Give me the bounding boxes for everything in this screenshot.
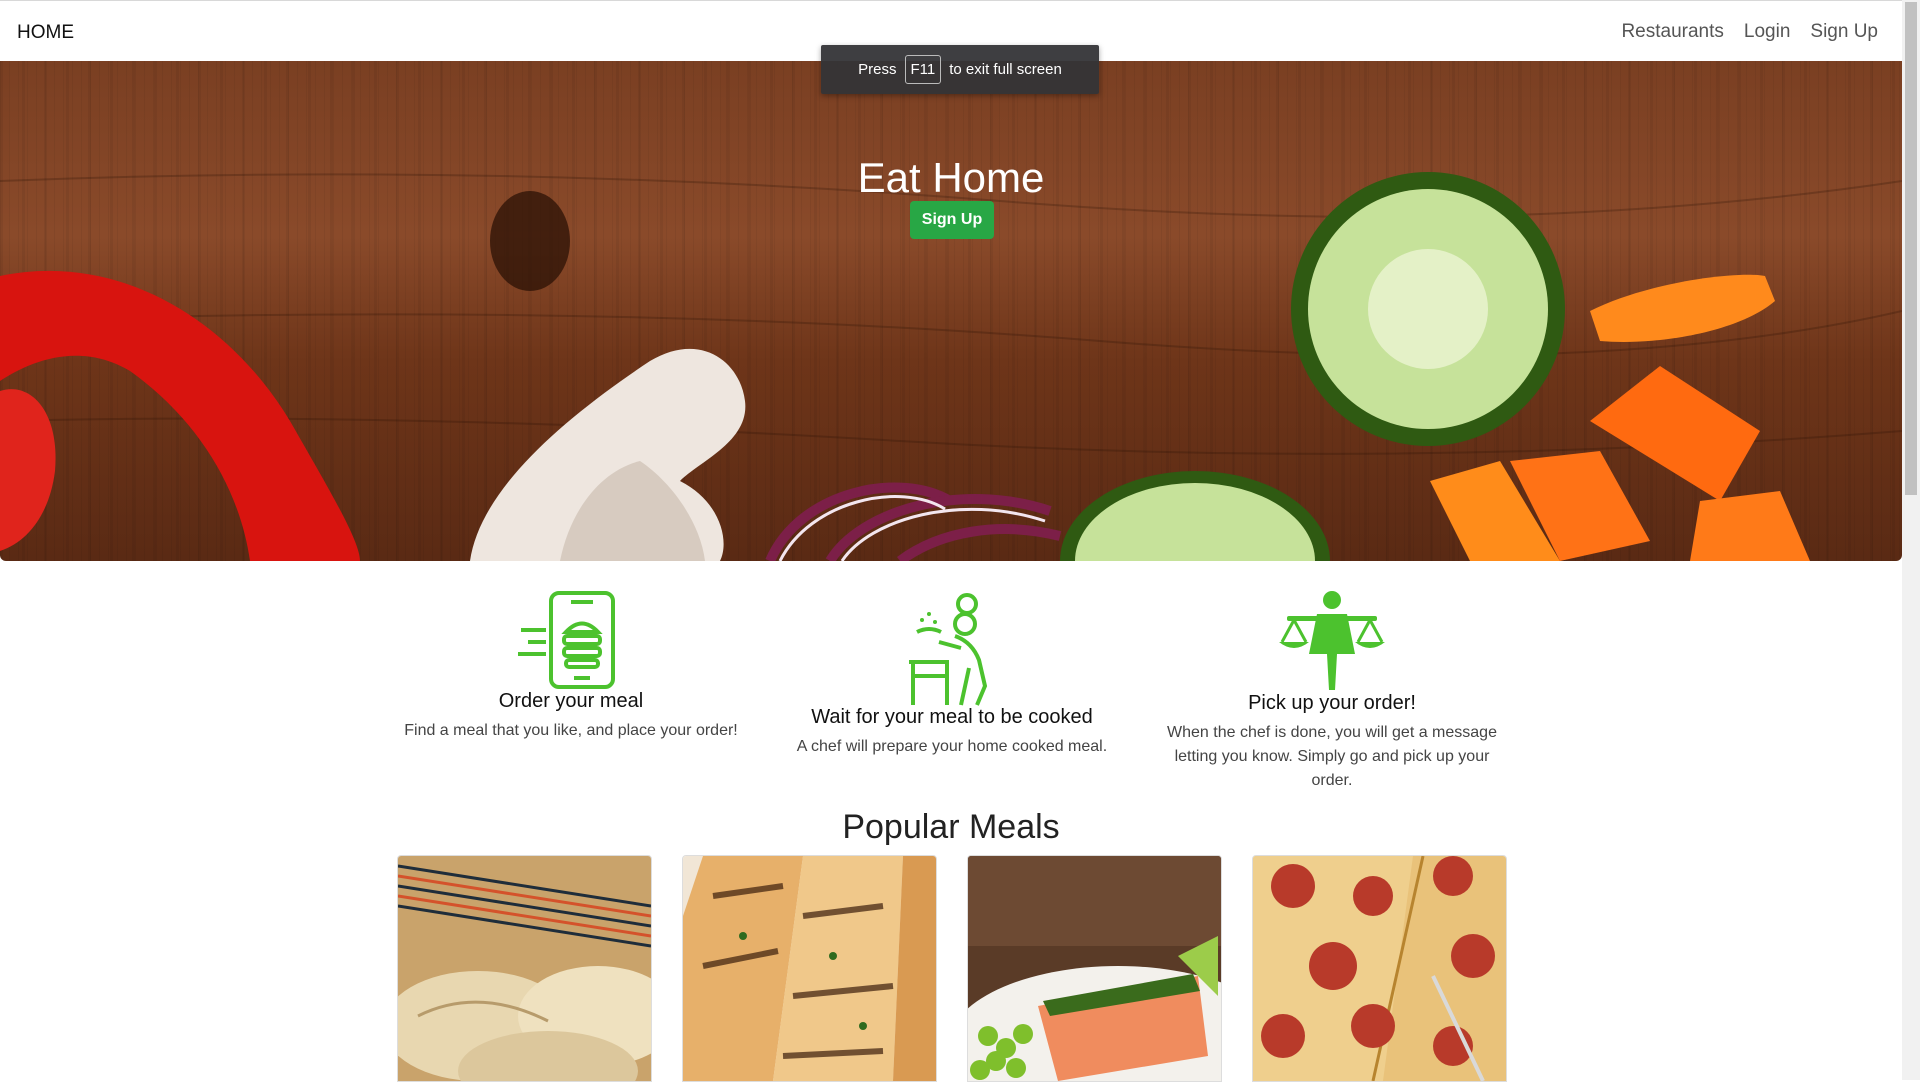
feature-text: Find a meal that you like, and place you… [404, 722, 738, 739]
fullscreen-key-badge: F11 [904, 55, 942, 84]
feature-pickup: Pick up your order! When the chef is don… [1160, 590, 1504, 793]
feature-text: When the chef is done, you will get a me… [1167, 724, 1497, 789]
pepperoni-pizza-image [1253, 856, 1506, 1081]
chef-cooking-icon [909, 593, 988, 706]
hero-signup-button[interactable]: Sign Up [910, 201, 994, 239]
meal-card-grilled-chicken[interactable] [682, 855, 937, 1082]
fullscreen-notice-after: to exit full screen [949, 61, 1062, 78]
nav-link-restaurants[interactable]: Restaurants [1621, 21, 1723, 43]
feature-title: Pick up your order! [1248, 692, 1416, 714]
waiter-tray-icon [1279, 591, 1385, 690]
salmon-image [968, 856, 1221, 1081]
nav-links: Restaurants Login Sign Up [1621, 21, 1878, 43]
meal-card-salmon[interactable] [967, 855, 1222, 1082]
dumplings-image [398, 856, 651, 1081]
meal-card-pizza[interactable] [1252, 855, 1507, 1082]
feature-title: Order your meal [498, 690, 644, 712]
fullscreen-notice: Press F11 to exit full screen [821, 45, 1099, 94]
brand-home-link[interactable]: HOME [17, 22, 74, 44]
feature-order: Order your meal Find a meal that you lik… [399, 590, 743, 743]
fullscreen-notice-before: Press [858, 61, 897, 78]
grilled-chicken-image [683, 856, 936, 1081]
hero-title: Eat Home [857, 154, 1045, 202]
phone-burger-icon [518, 591, 615, 689]
nav-link-login[interactable]: Login [1744, 21, 1791, 43]
nav-link-signup[interactable]: Sign Up [1810, 21, 1878, 43]
feature-title: Wait for your meal to be cooked [811, 706, 1093, 728]
meal-card-dumplings[interactable] [397, 855, 652, 1082]
vegetables-background-image [0, 172, 1902, 561]
feature-text: A chef will prepare your home cooked mea… [796, 738, 1108, 755]
feature-cook: Wait for your meal to be cooked A chef w… [780, 590, 1124, 759]
vertical-scrollbar[interactable] [1902, 0, 1920, 1080]
popular-meals-heading: Popular Meals [842, 808, 1060, 846]
scrollbar-thumb[interactable] [1905, 2, 1917, 495]
hero-banner: Eat Home Sign Up [0, 61, 1902, 561]
